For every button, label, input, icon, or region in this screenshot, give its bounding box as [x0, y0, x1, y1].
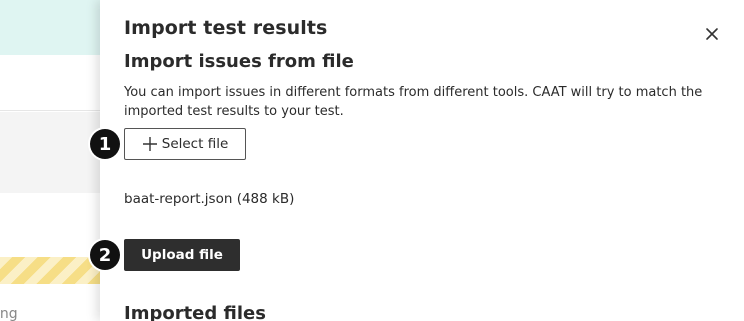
select-file-button[interactable]: Select file	[124, 128, 246, 160]
close-icon	[705, 27, 719, 41]
select-file-label: Select file	[161, 136, 229, 152]
background-warning-stripes	[0, 257, 100, 284]
selected-file-name: baat-report.json (488 kB)	[124, 191, 295, 207]
close-button[interactable]	[700, 22, 724, 46]
section-title: Import issues from file	[124, 51, 354, 72]
upload-file-button[interactable]: Upload file	[124, 239, 240, 271]
background-page: ing	[0, 0, 100, 321]
background-divider	[0, 110, 100, 111]
import-panel: Import test results Import issues from f…	[90, 0, 744, 321]
step-badge-1: 1	[90, 129, 120, 159]
background-text: ing	[0, 306, 18, 321]
step-badge-2: 2	[90, 240, 120, 270]
plus-icon	[142, 136, 158, 152]
background-card	[0, 112, 100, 193]
background-banner	[0, 0, 100, 55]
screen: ing Import test results Import issues fr…	[0, 0, 744, 321]
panel-title: Import test results	[124, 17, 328, 39]
section-description: You can import issues in different forma…	[124, 85, 703, 119]
imported-files-title: Imported files	[124, 303, 266, 321]
